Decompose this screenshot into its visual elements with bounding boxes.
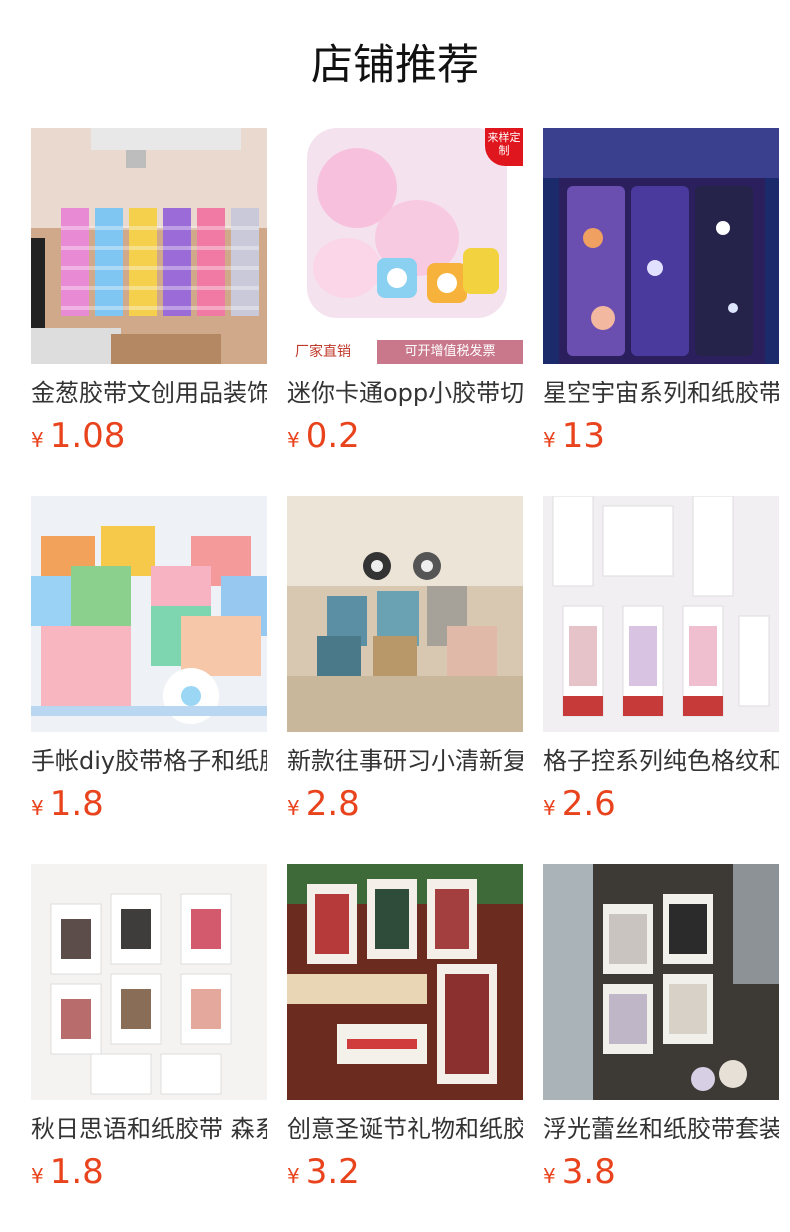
product-image-4[interactable] — [31, 496, 267, 732]
promo-strip-right: 可开增值税发票 — [377, 340, 523, 364]
product-card-9[interactable]: 浮光蕾丝和纸胶带套装 ¥3.8 — [543, 864, 779, 1194]
price-value: 1.08 — [49, 416, 126, 456]
currency-symbol: ¥ — [543, 796, 556, 820]
product-image-7[interactable] — [31, 864, 267, 1100]
product-price-7: ¥1.8 — [31, 1150, 267, 1194]
page-title: 店铺推荐 — [310, 40, 479, 89]
product-image-9[interactable] — [543, 864, 779, 1100]
product-card-3[interactable]: 星空宇宙系列和纸胶带套装 ¥13 — [543, 128, 779, 458]
price-value: 2.6 — [561, 784, 616, 824]
product-card-8[interactable]: 创意圣诞节礼物和纸胶带套装 ¥3.2 — [287, 864, 523, 1194]
product-name-3[interactable]: 星空宇宙系列和纸胶带套装 — [543, 376, 779, 410]
product-name-8[interactable]: 创意圣诞节礼物和纸胶带套装 — [287, 1112, 523, 1146]
price-value: 2.8 — [305, 784, 360, 824]
product-price-9: ¥3.8 — [543, 1150, 779, 1194]
currency-symbol: ¥ — [31, 428, 44, 452]
product-image-5[interactable] — [287, 496, 523, 732]
promo-strip-left: 厂家直销 — [295, 344, 351, 360]
product-image-8[interactable] — [287, 864, 523, 1100]
price-value: 3.2 — [305, 1152, 360, 1192]
product-price-2: ¥0.2 — [287, 414, 523, 458]
product-card-7[interactable]: 秋日思语和纸胶带 森系 ¥1.8 — [31, 864, 267, 1194]
product-price-6: ¥2.6 — [543, 782, 779, 826]
product-price-3: ¥13 — [543, 414, 779, 458]
currency-symbol: ¥ — [543, 1164, 556, 1188]
price-value: 0.2 — [305, 416, 360, 456]
product-price-4: ¥1.8 — [31, 782, 267, 826]
custom-badge: 来样定制 — [485, 128, 523, 166]
currency-symbol: ¥ — [287, 428, 300, 452]
price-value: 1.8 — [49, 784, 104, 824]
product-name-1[interactable]: 金葱胶带文创用品装饰手账胶带 — [31, 376, 267, 410]
product-image-1[interactable] — [31, 128, 267, 364]
product-name-2[interactable]: 迷你卡通opp小胶带切割器 — [287, 376, 523, 410]
product-name-5[interactable]: 新款往事研习小清新复古胶带 — [287, 744, 523, 778]
product-image-3[interactable] — [543, 128, 779, 364]
product-card-4[interactable]: 手帐diy胶带格子和纸胶带 ¥1.8 — [31, 496, 267, 826]
product-price-1: ¥1.08 — [31, 414, 267, 458]
currency-symbol: ¥ — [287, 1164, 300, 1188]
product-name-6[interactable]: 格子控系列纯色格纹和纸胶带 — [543, 744, 779, 778]
product-price-8: ¥3.2 — [287, 1150, 523, 1194]
price-value: 1.8 — [49, 1152, 104, 1192]
product-image-6[interactable] — [543, 496, 779, 732]
product-image-2[interactable]: 来样定制 厂家直销 可开增值税发票 — [287, 128, 523, 364]
product-name-9[interactable]: 浮光蕾丝和纸胶带套装 — [543, 1112, 779, 1146]
currency-symbol: ¥ — [287, 796, 300, 820]
product-price-5: ¥2.8 — [287, 782, 523, 826]
price-value: 13 — [561, 416, 605, 456]
product-card-2[interactable]: 来样定制 厂家直销 可开增值税发票 迷你卡通opp小胶带切割器 ¥0.2 — [287, 128, 523, 458]
price-value: 3.8 — [561, 1152, 616, 1192]
currency-symbol: ¥ — [543, 428, 556, 452]
product-name-4[interactable]: 手帐diy胶带格子和纸胶带 — [31, 744, 267, 778]
product-card-1[interactable]: 金葱胶带文创用品装饰手账胶带 ¥1.08 — [31, 128, 267, 458]
product-name-7[interactable]: 秋日思语和纸胶带 森系 — [31, 1112, 267, 1146]
currency-symbol: ¥ — [31, 796, 44, 820]
product-card-6[interactable]: 格子控系列纯色格纹和纸胶带 ¥2.6 — [543, 496, 779, 826]
promo-strip: 厂家直销 可开增值税发票 — [287, 340, 523, 364]
product-card-5[interactable]: 新款往事研习小清新复古胶带 ¥2.8 — [287, 496, 523, 826]
currency-symbol: ¥ — [31, 1164, 44, 1188]
